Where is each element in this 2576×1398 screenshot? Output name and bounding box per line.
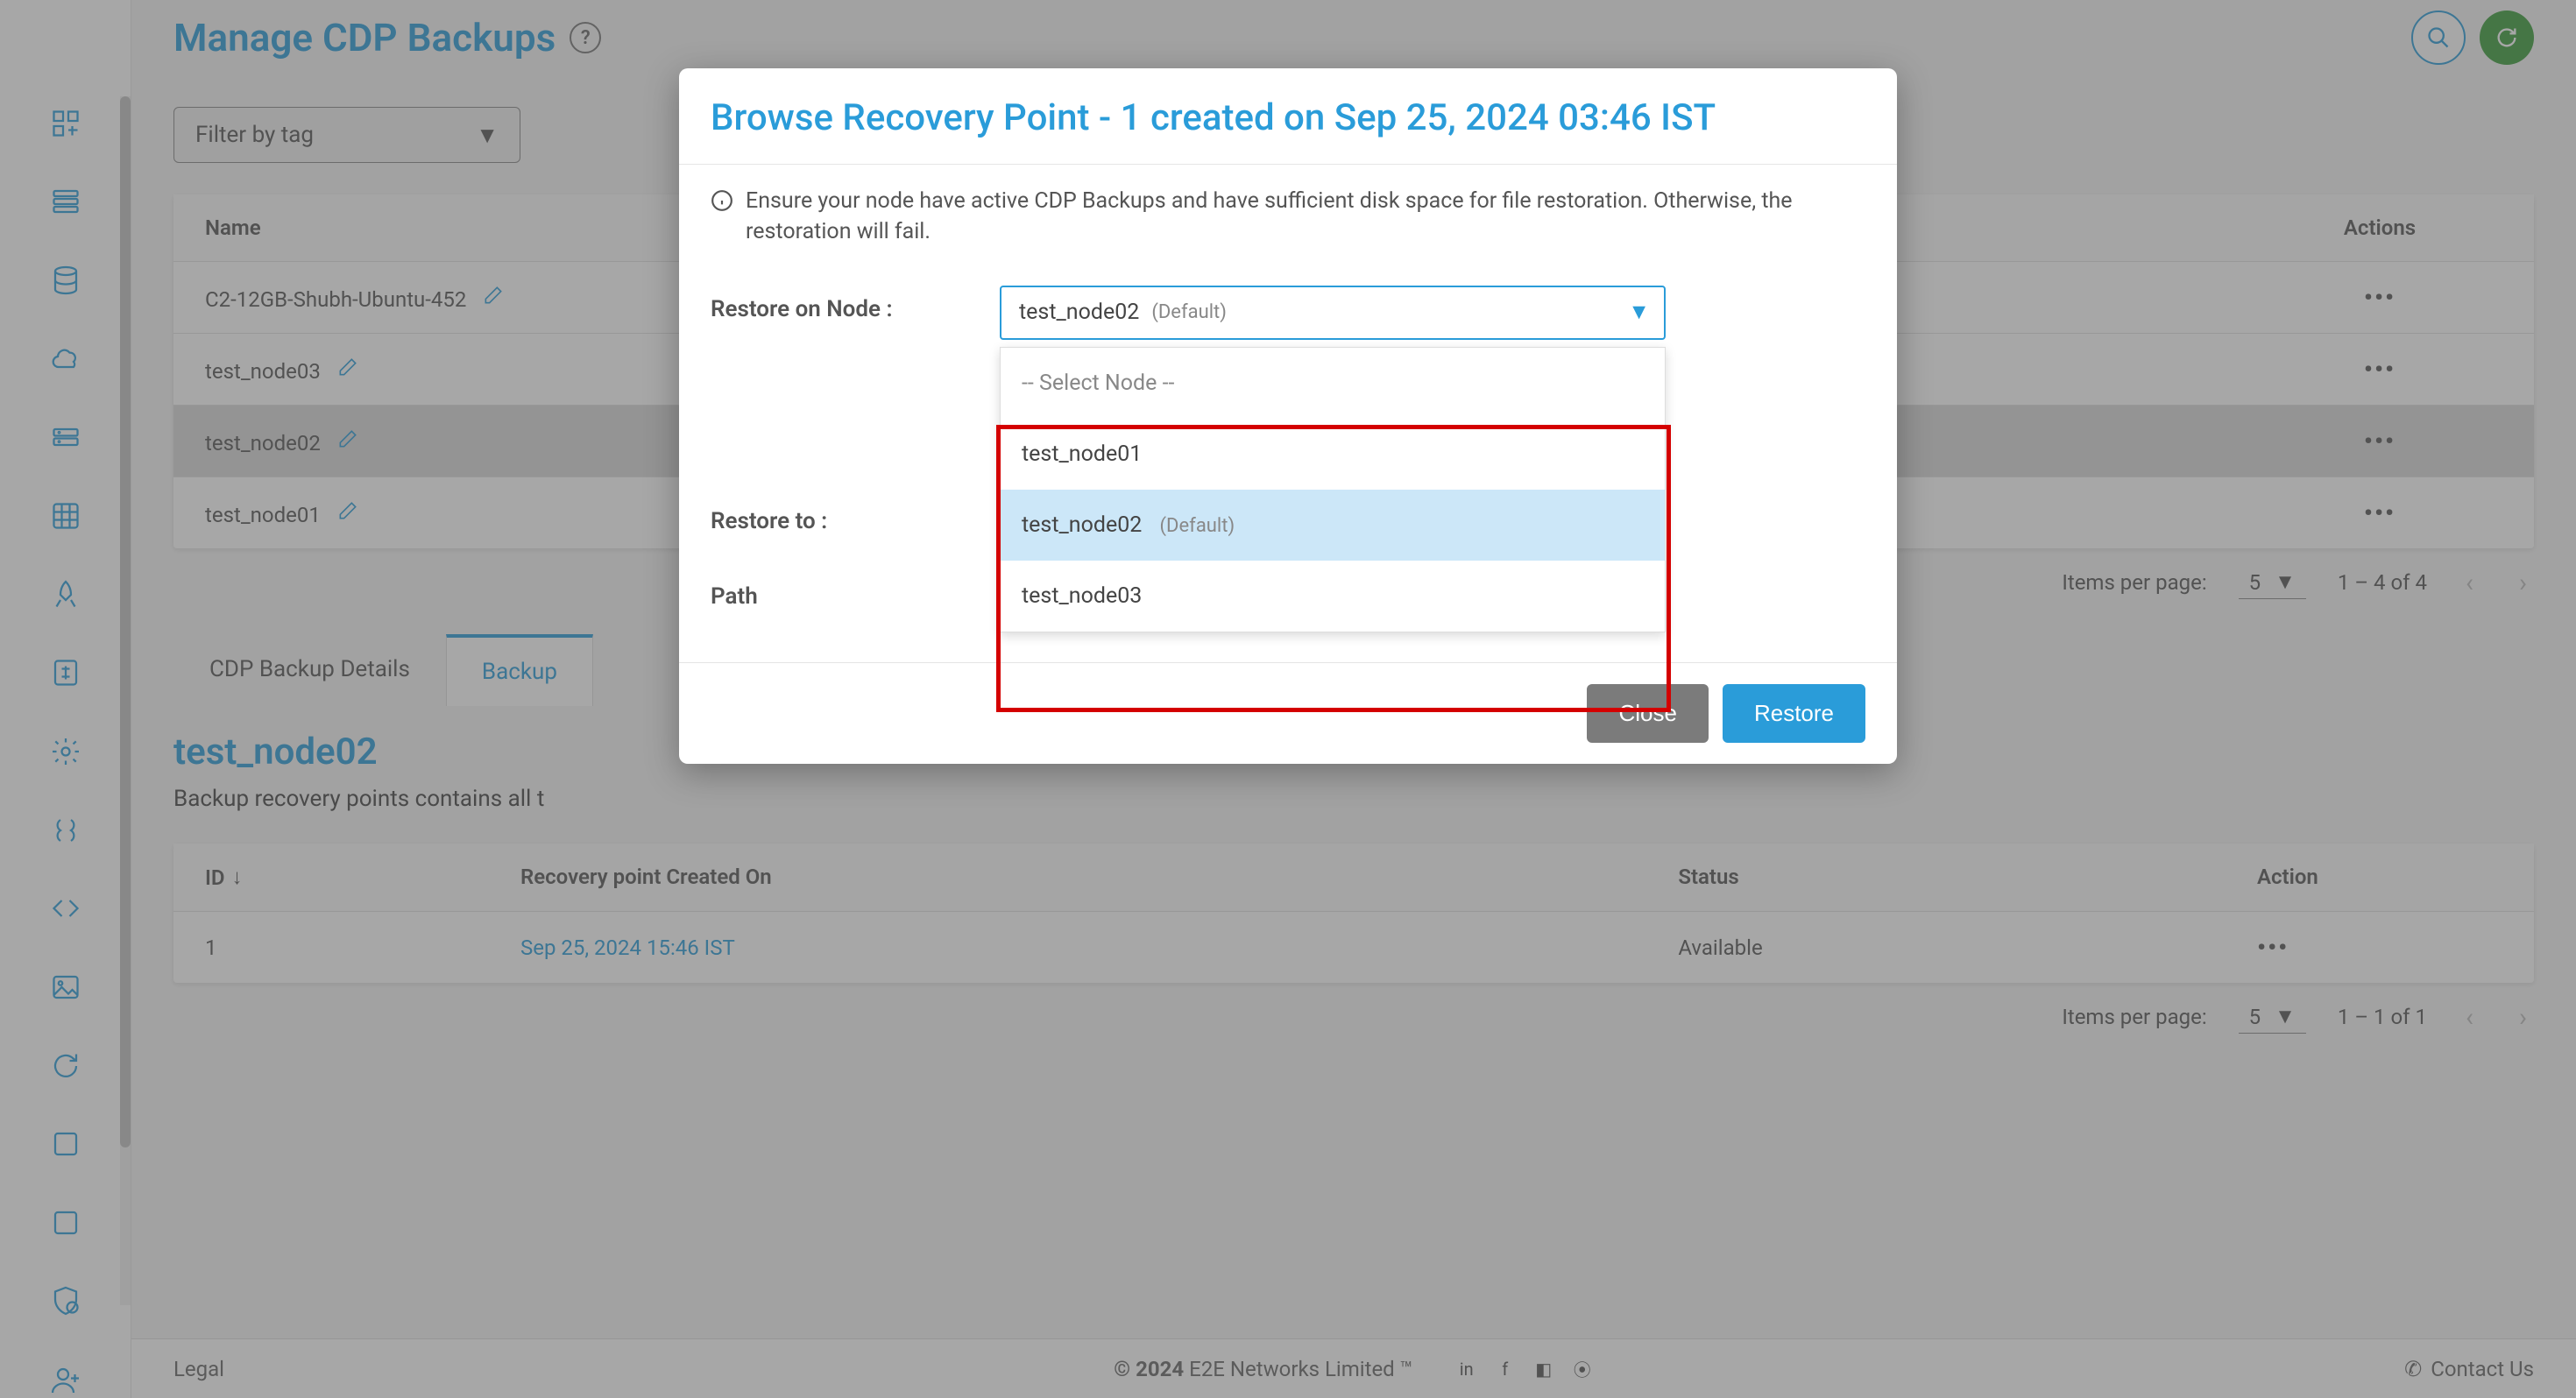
chevron-down-icon: ▼ [1628, 300, 1650, 325]
path-label: Path [711, 573, 1000, 610]
restore-node-dropdown: -- Select Node -- test_node01 test_node0… [1000, 347, 1666, 632]
restore-node-label: Restore on Node : [711, 286, 1000, 340]
restore-button[interactable]: Restore [1723, 684, 1865, 743]
modal-title: Browse Recovery Point - 1 created on Sep… [679, 68, 1897, 164]
restore-to-label: Restore to : [711, 498, 1000, 534]
dropdown-option[interactable]: test_node02 (Default) [1001, 490, 1665, 561]
info-icon [711, 189, 733, 221]
restore-node-select[interactable]: test_node02 (Default) ▼ [1000, 286, 1666, 340]
modal-overlay: Browse Recovery Point - 1 created on Sep… [0, 0, 2576, 1398]
dropdown-placeholder[interactable]: -- Select Node -- [1001, 348, 1665, 419]
modal-info: Ensure your node have active CDP Backups… [711, 186, 1865, 247]
close-button[interactable]: Close [1587, 684, 1708, 743]
dropdown-option[interactable]: test_node01 [1001, 419, 1665, 490]
browse-recovery-point-modal: Browse Recovery Point - 1 created on Sep… [679, 68, 1897, 764]
dropdown-option[interactable]: test_node03 [1001, 561, 1665, 632]
